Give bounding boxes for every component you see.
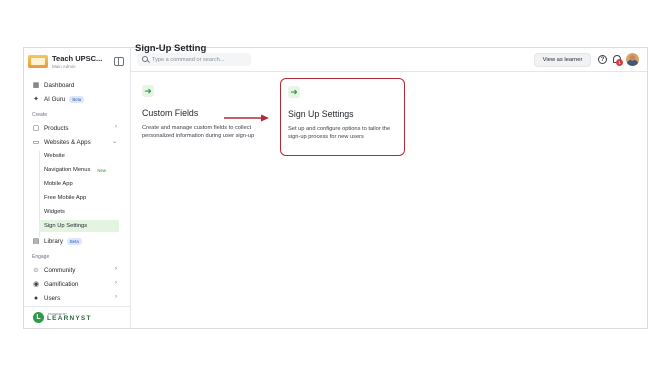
card-title: Custom Fields <box>142 108 199 118</box>
new-badge: New <box>97 167 107 173</box>
sidebar-item-label: Library <box>44 237 63 245</box>
sidebar: Teach UPSC... Main Admin ▦ Dashboard ✦ A… <box>24 48 131 328</box>
sidebar-item-label: Websites & Apps <box>44 138 91 146</box>
top-bar: View as learner ? 1 <box>131 48 647 72</box>
sign-up-settings-card[interactable]: ➜ Sign Up Settings Set up and configure … <box>280 78 405 156</box>
beta-badge: Beta <box>69 95 85 103</box>
sparkle-icon: ✦ <box>33 95 39 103</box>
chevron-right-icon: › <box>115 266 117 272</box>
card-description: Create and manage custom fields to colle… <box>142 125 255 139</box>
card-description: Set up and configure options to tailor t… <box>288 126 391 140</box>
gamepad-icon: ◉ <box>32 280 40 288</box>
sidebar-item-dashboard[interactable]: ▦ Dashboard <box>29 79 121 91</box>
section-label-engage: Engage <box>32 254 50 260</box>
view-as-learner-button[interactable]: View as learner <box>534 53 591 67</box>
sidebar-subitem-widgets[interactable]: Widgets <box>39 206 119 218</box>
sign-in-icon: ➜ <box>288 86 300 98</box>
sidebar-item-label: Users <box>44 294 61 302</box>
beta-badge: Beta <box>66 237 82 245</box>
sidebar-item-users[interactable]: ● Users › <box>29 292 121 304</box>
avatar[interactable] <box>626 53 639 66</box>
sidebar-item-community[interactable]: ☺ Community › <box>29 264 121 276</box>
sidebar-item-label: Gamification <box>44 280 79 288</box>
chevron-right-icon: › <box>115 124 117 130</box>
card-title: Sign Up Settings <box>288 109 354 119</box>
library-icon: ▤ <box>32 237 40 245</box>
brand-role: Main Admin <box>52 64 76 69</box>
sidebar-item-gamification[interactable]: ◉ Gamification › <box>29 278 121 290</box>
user-icon: ● <box>33 294 39 302</box>
page-title: Sign-Up Setting <box>135 43 207 54</box>
sidebar-subitem-mobile-app[interactable]: Mobile App <box>39 178 119 190</box>
sidebar-subitem-website[interactable]: Website <box>39 150 119 162</box>
sidebar-item-label: Dashboard <box>44 81 75 89</box>
search-icon <box>142 56 148 62</box>
section-label-create: Create <box>32 112 48 118</box>
sidebar-item-websites-apps[interactable]: ▭ Websites & Apps ⌄ <box>29 136 121 148</box>
sidebar-item-label: Community <box>44 266 76 274</box>
notification-count-badge: 1 <box>616 59 623 66</box>
sidebar-item-label: AI Guru <box>44 95 66 103</box>
search-box[interactable] <box>137 53 251 66</box>
sidebar-footer: L POWERED BY LEARNYST <box>24 306 130 328</box>
monitor-icon: ▭ <box>32 138 40 146</box>
learnyst-logo-icon: L <box>33 312 44 323</box>
sidebar-subitem-sign-up-settings[interactable]: Sign Up Settings <box>39 220 119 232</box>
sidebar-subitem-navigation-menus[interactable]: Navigation Menus New <box>39 164 119 176</box>
brand[interactable]: Teach UPSC... Main Admin <box>28 53 126 71</box>
community-icon: ☺ <box>32 266 40 274</box>
chevron-right-icon: › <box>115 294 117 300</box>
sidebar-item-label: Products <box>44 124 69 132</box>
box-icon: ▢ <box>32 124 40 132</box>
sidebar-item-ai-guru[interactable]: ✦ AI Guru Beta <box>29 93 121 105</box>
sidebar-collapse-icon[interactable] <box>114 57 124 66</box>
sign-in-icon: ➜ <box>142 85 154 97</box>
brand-name: Teach UPSC... <box>52 54 103 63</box>
sidebar-item-library[interactable]: ▤ Library Beta <box>29 235 121 247</box>
help-icon[interactable]: ? <box>598 55 607 64</box>
learnyst-wordmark: LEARNYST <box>47 315 92 322</box>
dashboard-icon: ▦ <box>32 81 40 89</box>
search-input[interactable] <box>152 53 248 66</box>
sidebar-item-products[interactable]: ▢ Products › <box>29 122 121 134</box>
chevron-down-icon: ⌄ <box>111 139 117 145</box>
chevron-right-icon: › <box>115 280 117 286</box>
sidebar-subitem-label: Navigation Menus <box>44 167 91 173</box>
brand-logo <box>28 55 48 68</box>
red-arrow-annotation <box>224 114 269 122</box>
sidebar-subitem-free-mobile-app[interactable]: Free Mobile App <box>39 192 119 204</box>
